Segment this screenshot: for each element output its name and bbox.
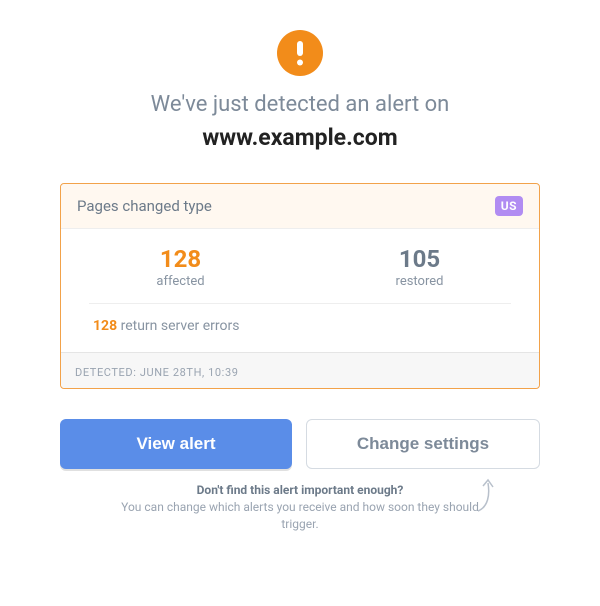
detected-timestamp: DETECTED: JUNE 28TH, 10:39 [75,366,239,379]
stat-restored: 105 restored [300,247,539,289]
affected-count: 128 [61,247,300,271]
alert-notification: We've just detected an alert on www.exam… [0,0,600,552]
stat-affected: 128 affected [61,247,300,289]
stats-row: 128 affected 105 restored [61,229,539,303]
detail-text: return server errors [121,318,240,334]
headline: We've just detected an alert on www.exam… [60,90,540,153]
card-title: Pages changed type [77,197,212,215]
pointer-arrow-icon [474,477,496,517]
detail-line: 128 return server errors [89,303,511,352]
view-alert-button[interactable]: View alert [60,419,292,469]
change-settings-button[interactable]: Change settings [306,419,540,469]
alert-icon [277,30,323,76]
restored-label: restored [300,274,539,289]
region-badge: US [495,196,523,216]
alert-card: Pages changed type US 128 affected 105 r… [60,183,540,389]
detail-count: 128 [93,318,117,334]
card-header: Pages changed type US [61,184,539,229]
action-row: View alert Change settings [60,419,540,469]
hint-block: Don't find this alert important enough? … [60,483,540,533]
hint-title: Don't find this alert important enough? [120,483,480,497]
headline-site: www.example.com [60,122,540,153]
restored-count: 105 [300,247,539,271]
card-footer: DETECTED: JUNE 28TH, 10:39 [61,352,539,388]
headline-prefix: We've just detected an alert on [151,92,450,117]
affected-label: affected [61,274,300,289]
hint-body: You can change which alerts you receive … [120,499,480,533]
